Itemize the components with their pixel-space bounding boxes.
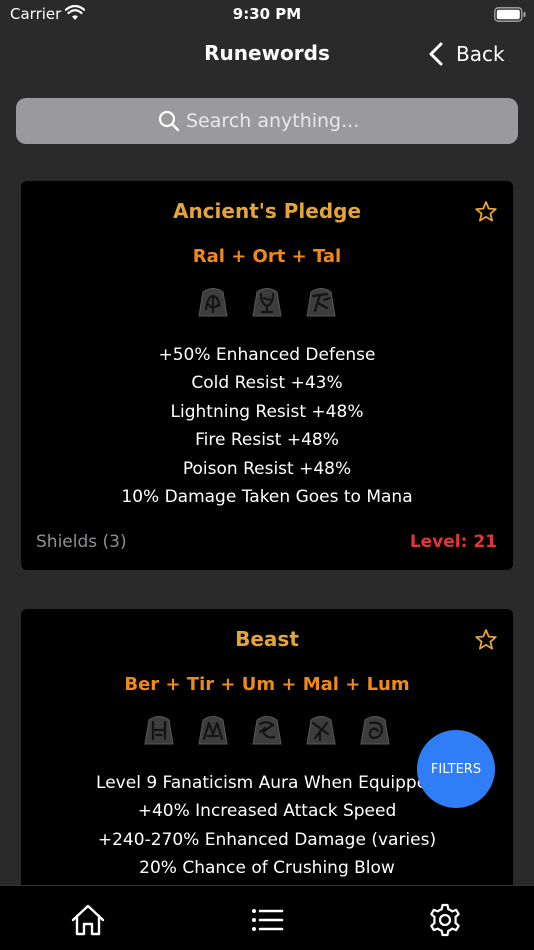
stat-line: 20% Chance of Crushing Blow [139, 858, 395, 879]
search-bar[interactable] [16, 98, 518, 144]
gear-icon[interactable] [427, 902, 463, 938]
lum-rune-icon [360, 716, 390, 745]
tir-rune-icon [198, 716, 228, 745]
rune-combination: Ral + Ort + Tal [192, 246, 342, 267]
search-input[interactable] [186, 110, 376, 132]
tal-rune-icon [306, 288, 336, 317]
rune-combination: Ber + Tir + Um + Mal + Lum [124, 674, 410, 695]
star-icon[interactable] [474, 200, 498, 224]
battery-icon [494, 7, 526, 22]
runeword-card[interactable]: Ancient's Pledge Ral + Ort + Tal +50% En… [21, 181, 513, 570]
stat-line: Cold Resist +43% [191, 373, 343, 394]
status-time: 9:30 PM [232, 5, 302, 23]
ral-rune-icon [198, 288, 228, 317]
rune-icons [21, 284, 513, 320]
runeword-name: Beast [235, 627, 299, 651]
stat-line: Poison Resist +48% [182, 458, 352, 479]
back-label: Back [456, 42, 505, 66]
list-icon[interactable] [249, 902, 285, 938]
stat-line: +240-270% Enhanced Damage (varies) [97, 829, 437, 850]
item-category: Shields (3) [36, 532, 127, 552]
status-bar: Carrier 9:30 PM [0, 0, 534, 28]
stat-line: Lightning Resist +48% [170, 401, 364, 422]
stat-line: Fire Resist +48% [195, 430, 339, 451]
ber-rune-icon [144, 716, 174, 745]
chevron-left-icon [429, 42, 443, 66]
runeword-stats: +50% Enhanced Defense Cold Resist +43% L… [21, 341, 513, 511]
runeword-name: Ancient's Pledge [172, 199, 362, 223]
filters-button[interactable]: FILTERS [417, 730, 495, 808]
home-icon[interactable] [70, 902, 106, 938]
back-button[interactable]: Back [428, 38, 505, 70]
stat-line: +50% Enhanced Defense [158, 345, 376, 365]
level-requirement: Level: 21 [409, 532, 497, 552]
ort-rune-icon [252, 288, 282, 317]
search-icon [158, 110, 180, 132]
um-rune-icon [252, 716, 282, 745]
tab-bar [0, 885, 534, 950]
star-icon[interactable] [474, 628, 498, 652]
stat-line: 10% Damage Taken Goes to Mana [121, 487, 413, 508]
mal-rune-icon [306, 716, 336, 745]
